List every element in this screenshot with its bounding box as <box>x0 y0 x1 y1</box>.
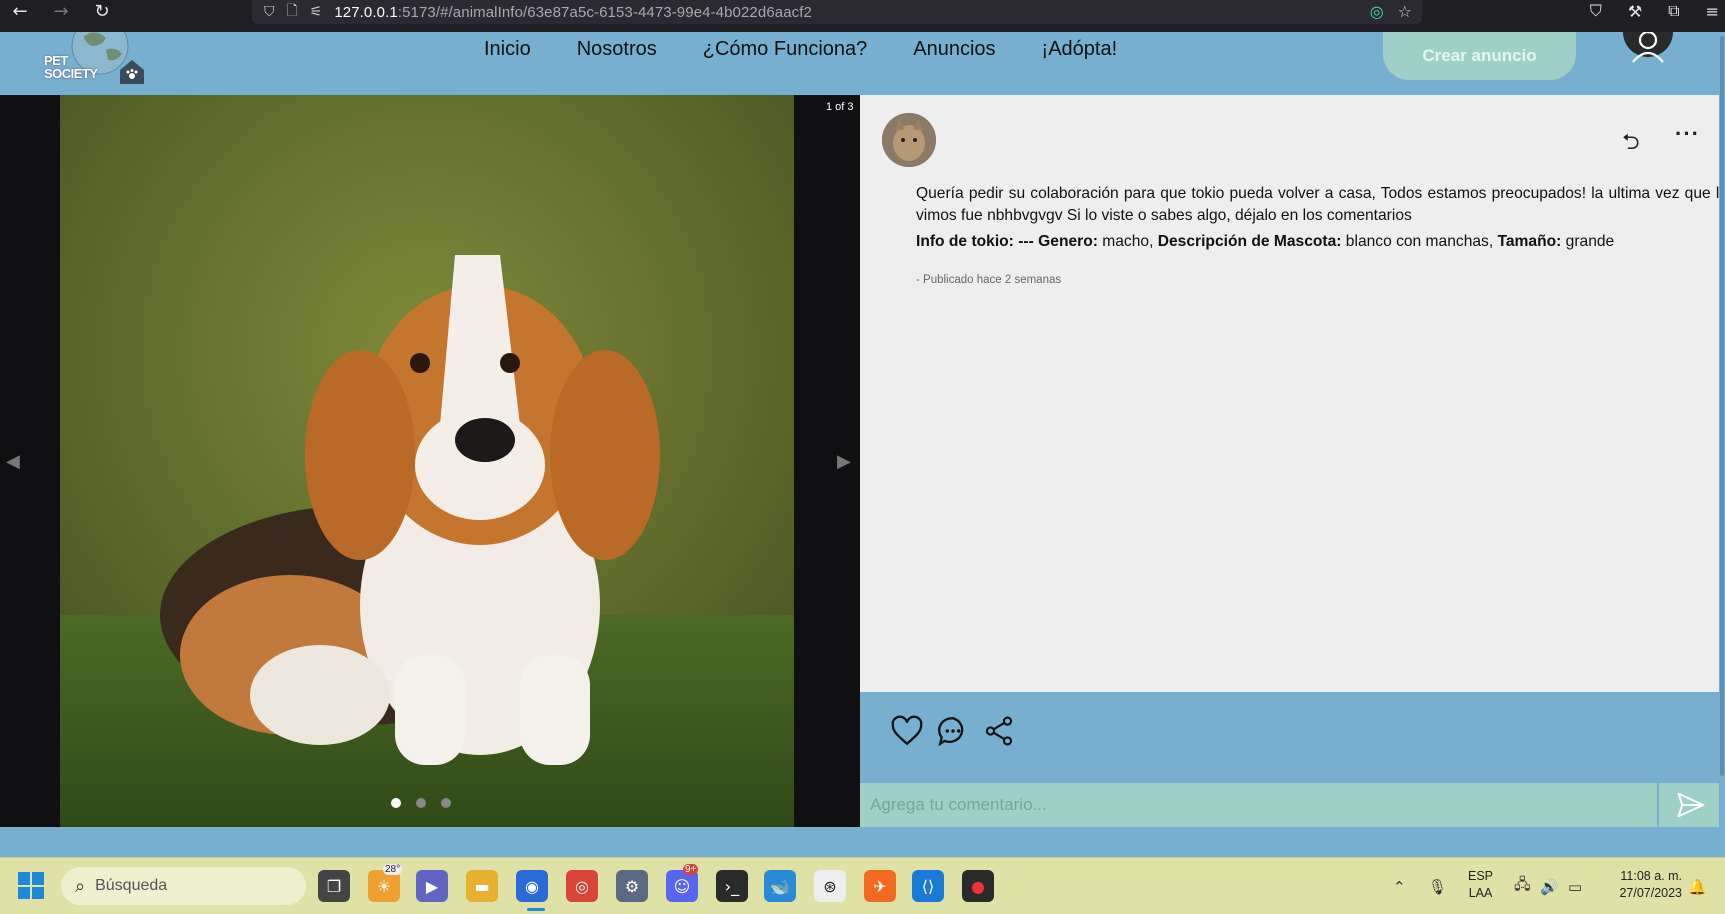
windows-start-icon[interactable] <box>18 872 45 899</box>
docker-icon[interactable]: 🐋 <box>764 870 796 902</box>
image-carousel: 1 of 3 ◀ ▶ <box>0 95 860 827</box>
main-content: 1 of 3 ◀ ▶ ⮌ ··· Quería pedir su colabor… <box>0 95 1725 827</box>
notifications-icon[interactable]: 🔔 <box>1688 858 1707 914</box>
slide-dot-1[interactable] <box>391 798 401 808</box>
postman-icon[interactable]: ✈ <box>864 870 896 902</box>
more-options-icon[interactable]: ··· <box>1675 121 1700 147</box>
send-icon[interactable] <box>1659 783 1722 827</box>
clock-time: 11:08 a. m. <box>1620 869 1682 883</box>
tamano-label: Tamaño: <box>1497 233 1562 250</box>
back-icon[interactable]: ← <box>4 0 36 22</box>
author-avatar[interactable] <box>882 113 936 167</box>
discord-badge: 9+ <box>683 864 699 875</box>
taskbar-search-label: Búsqueda <box>95 877 168 894</box>
slide-dot-2[interactable] <box>416 798 426 808</box>
screen-recorder-icon[interactable]: ● <box>962 870 994 902</box>
url-text[interactable]: 127.0.0.1:5173/#/animalInfo/63e87a5c-615… <box>334 4 812 21</box>
forward-icon[interactable]: → <box>45 0 77 22</box>
file-explorer-icon[interactable]: ▬ <box>466 870 498 902</box>
task-view-icon[interactable]: ❐ <box>318 870 350 902</box>
like-heart-icon[interactable] <box>890 714 924 748</box>
share-icon[interactable] <box>982 714 1016 748</box>
firefox-icon[interactable]: ◉ <box>516 870 548 902</box>
post-pet-info: Info de tokio: --- Genero: macho, Descri… <box>916 231 1716 253</box>
vscode-icon[interactable]: ⟨⟩ <box>912 870 944 902</box>
menu-icon[interactable]: ≡ <box>1706 2 1719 21</box>
nav-inicio[interactable]: Inicio <box>484 38 531 61</box>
microphone-icon[interactable]: 🎙 <box>1428 858 1447 914</box>
create-ad-button[interactable]: Crear anuncio <box>1383 32 1576 80</box>
reload-icon[interactable]: ↻ <box>86 0 118 22</box>
active-app-indicator <box>527 908 545 911</box>
tools-icon[interactable]: ⚒ <box>1628 2 1642 21</box>
github-icon[interactable]: ⊛ <box>814 870 846 902</box>
post-actions <box>860 692 1725 777</box>
next-slide-icon[interactable]: ▶ <box>837 451 851 472</box>
nav-nosotros[interactable]: Nosotros <box>577 38 657 61</box>
comment-bubble-icon[interactable] <box>936 714 970 748</box>
user-avatar-icon[interactable] <box>1621 30 1675 72</box>
logo-text-line2: SOCIETY <box>44 66 98 81</box>
taskbar-search[interactable]: ⌕ Búsqueda <box>61 867 306 905</box>
nav-anuncios[interactable]: Anuncios <box>913 38 995 61</box>
genero-value: macho, <box>1097 233 1158 250</box>
page-scrollbar-thumb[interactable] <box>1720 36 1724 776</box>
slide-counter: 1 of 3 <box>826 101 854 113</box>
lang-line1: ESP <box>1468 869 1494 883</box>
chrome-icon[interactable]: ◎ <box>566 870 598 902</box>
page-icon: 🗋 <box>286 3 298 19</box>
genero-label: Genero: <box>1038 233 1098 250</box>
volume-icon[interactable]: 🔊 <box>1540 858 1559 914</box>
slide-dots <box>391 798 451 808</box>
keyboard-language[interactable]: ESP LAA <box>1468 868 1493 902</box>
pet-society-logo[interactable]: PET SOCIETY <box>44 17 144 88</box>
taskbar-clock[interactable]: 11:08 a. m. 27/07/2023 <box>1598 868 1682 902</box>
browser-toolbar: ← → ↻ ⛉ 🗋 ⚟ 127.0.0.1:5173/#/animalInfo/… <box>0 0 1725 32</box>
search-icon: ⌕ <box>75 875 86 897</box>
teams-icon[interactable]: ▶ <box>416 870 448 902</box>
bookmark-star-icon[interactable]: ☆ <box>1398 2 1412 21</box>
terminal-icon[interactable]: ›_ <box>716 870 748 902</box>
post-panel: ⮌ ··· Quería pedir su colaboración para … <box>860 95 1725 692</box>
clock-date: 27/07/2023 <box>1619 886 1682 900</box>
pet-photo <box>60 95 794 827</box>
prev-slide-icon[interactable]: ◀ <box>6 451 20 472</box>
extensions-icon[interactable]: ⧉ <box>1668 1 1679 21</box>
comment-bar <box>860 783 1725 827</box>
nav-como-funciona[interactable]: ¿Cómo Funciona? <box>703 38 868 61</box>
post-body: Quería pedir su colaboración para que to… <box>916 185 1725 224</box>
tamano-value: grande <box>1561 233 1615 250</box>
info-label: Info de tokio: <box>916 233 1014 250</box>
main-nav: Inicio Nosotros ¿Cómo Funciona? Anuncios… <box>484 38 1163 61</box>
shield-icon[interactable]: ⛉ <box>264 4 275 20</box>
comment-input[interactable] <box>860 783 1657 827</box>
network-icon[interactable]: 🖧 <box>1514 858 1531 914</box>
descripcion-label: Descripción de Mascota: <box>1157 233 1342 250</box>
page-bottom-strip <box>0 827 1725 857</box>
info-separator: --- <box>1013 233 1039 250</box>
pocket-icon[interactable]: ⛉ <box>1590 1 1602 21</box>
weather-temp: 28° <box>383 864 403 875</box>
post-timestamp: - Publicado hace 2 semanas <box>916 274 1062 286</box>
back-arrow-icon[interactable]: ⮌ <box>1622 125 1640 163</box>
permissions-icon[interactable]: ⚟ <box>310 4 323 20</box>
battery-icon[interactable]: ▭ <box>1568 858 1582 914</box>
url-bar[interactable]: ⛉ 🗋 ⚟ 127.0.0.1:5173/#/animalInfo/63e87a… <box>252 0 1422 24</box>
site-header: PET SOCIETY Inicio Nosotros ¿Cómo Funcion… <box>0 17 1725 95</box>
show-hidden-icons-icon[interactable]: ⌃ <box>1393 858 1406 914</box>
lang-line2: LAA <box>1468 886 1493 900</box>
slide-dot-3[interactable] <box>441 798 451 808</box>
nav-adopta[interactable]: ¡Adópta! <box>1042 38 1118 61</box>
windows-taskbar: ⌕ Búsqueda ❐ ☀ 28° ▶ ▬ ◉ ◎ ⚙ ☺ 9+ ›_ 🐋 ⊛… <box>0 857 1725 914</box>
extension-icon[interactable]: ◎ <box>1370 2 1384 21</box>
descripcion-value: blanco con manchas, <box>1341 233 1498 250</box>
settings-icon[interactable]: ⚙ <box>616 870 648 902</box>
